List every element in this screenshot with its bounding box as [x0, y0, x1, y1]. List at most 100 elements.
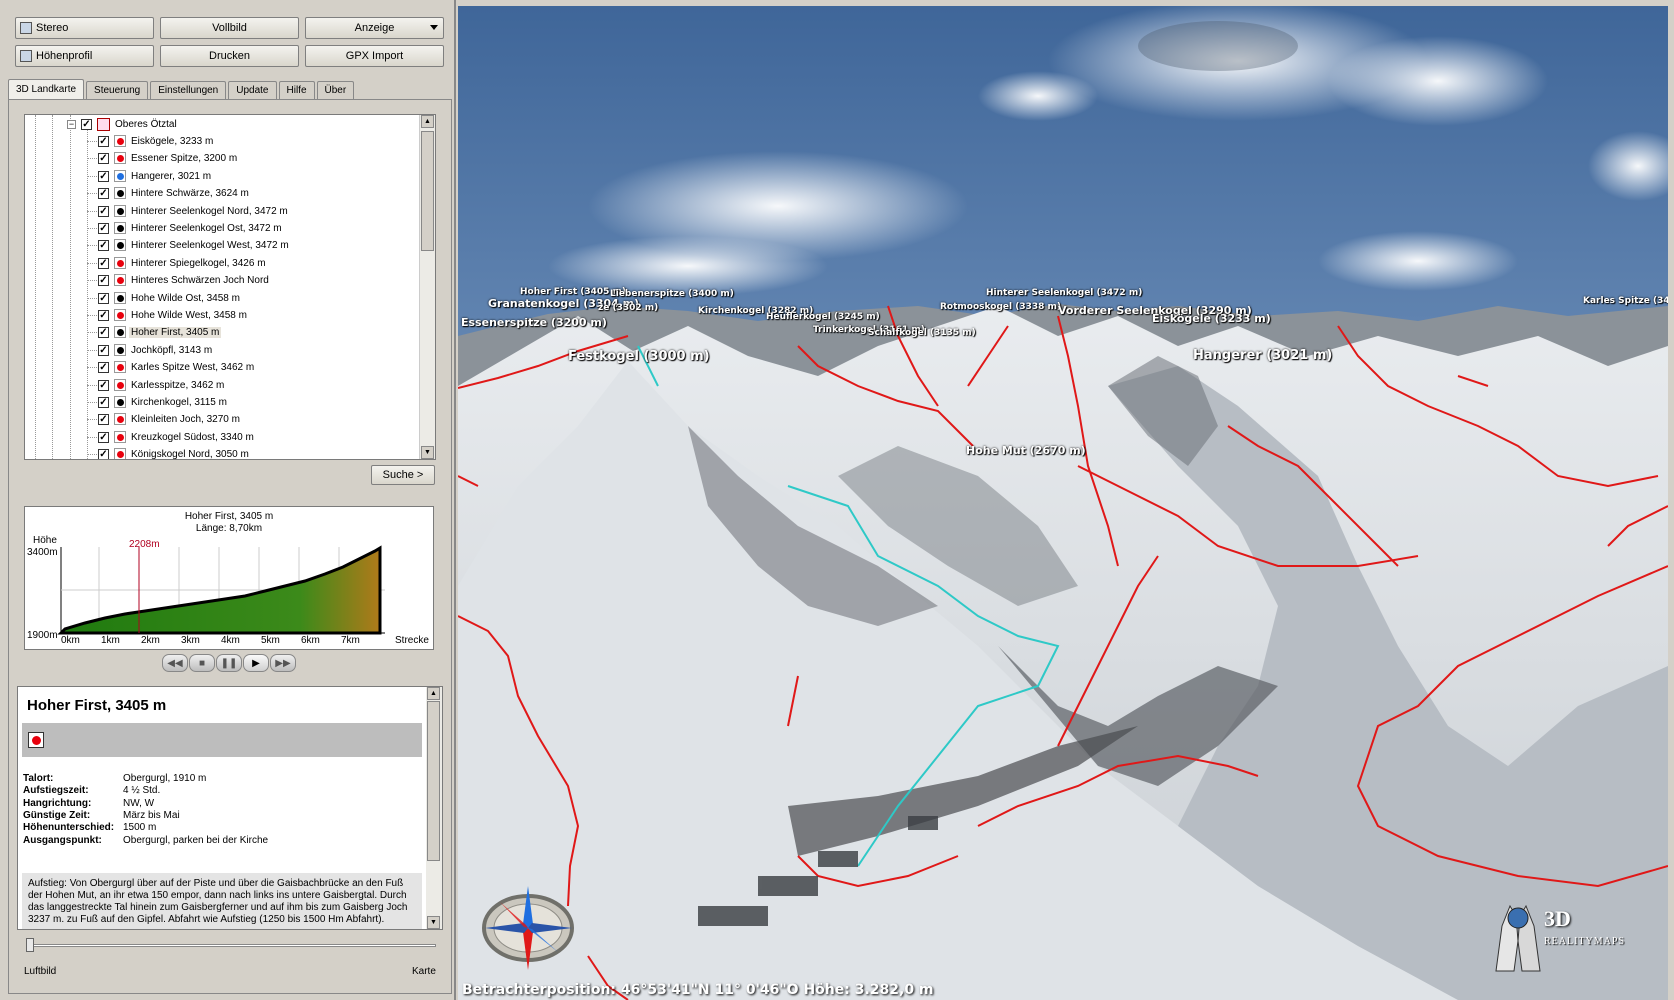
info-field-value: 1500 m	[123, 822, 157, 834]
tree-item[interactable]: ✓ Jochköpfl, 3143 m	[25, 342, 417, 359]
tree-item[interactable]: ✓ Hinterer Seelenkogel Nord, 3472 m	[25, 203, 417, 220]
tree-connector	[87, 436, 97, 438]
summit-label[interactable]: ze (3302 m)	[598, 303, 658, 313]
anzeige-label: Anzeige	[354, 22, 395, 34]
collapse-icon[interactable]: −	[67, 120, 76, 129]
tree-item[interactable]: ✓ Hohe Wilde West, 3458 m	[25, 307, 417, 324]
item-checkbox[interactable]: ✓	[98, 362, 109, 374]
scroll-down-icon[interactable]: ▼	[421, 446, 434, 459]
item-checkbox[interactable]: ✓	[98, 188, 109, 200]
summit-label[interactable]: Essenerspitze (3200 m)	[461, 316, 607, 329]
info-field: Günstige Zeit: März bis Mai	[23, 810, 180, 821]
info-scrollbar[interactable]: ▲ ▼	[426, 687, 442, 929]
anzeige-dropdown[interactable]: Anzeige	[305, 17, 444, 39]
tree-item[interactable]: ✓ Essener Spitze, 3200 m	[25, 150, 417, 167]
summit-label[interactable]: Rotmooskogel (3338 m)	[940, 302, 1061, 312]
scroll-thumb[interactable]	[427, 701, 440, 861]
tree-item[interactable]: ✓ Karles Spitze West, 3462 m	[25, 359, 417, 376]
item-checkbox[interactable]: ✓	[98, 275, 109, 287]
tree-item[interactable]: ✓ Kleinleiten Joch, 3270 m	[25, 411, 417, 428]
item-checkbox[interactable]: ✓	[98, 379, 109, 391]
compass-icon[interactable]	[480, 880, 580, 970]
item-checkbox[interactable]: ✓	[98, 414, 109, 426]
tree-item[interactable]: ✓ Hinterer Seelenkogel Ost, 3472 m	[25, 220, 417, 237]
tree-connector	[87, 262, 97, 264]
tree-item-label: Hangerer, 3021 m	[131, 170, 212, 182]
root-checkbox[interactable]: ✓	[81, 119, 92, 130]
tree-item[interactable]: ✓ Karlesspitze, 3462 m	[25, 377, 417, 394]
difficulty-dot-icon	[114, 204, 126, 217]
x-tick-label: 6km	[301, 635, 320, 646]
item-checkbox[interactable]: ✓	[98, 223, 109, 234]
tree-scrollbar[interactable]: ▲ ▼	[419, 115, 435, 459]
pause-button[interactable]: ❚❚	[216, 654, 242, 672]
search-button[interactable]: Suche >	[371, 465, 435, 485]
item-checkbox[interactable]: ✓	[98, 431, 109, 443]
x-tick-label: 4km	[221, 635, 240, 646]
play-button[interactable]: ▶	[243, 654, 269, 672]
stereo-button[interactable]: Stereo	[15, 17, 154, 39]
summit-label[interactable]: Hinterer Seelenkogel (3472 m)	[986, 288, 1142, 298]
tree-item[interactable]: ✓ Hinterer Spiegelkogel, 3426 m	[25, 255, 417, 272]
item-checkbox[interactable]: ✓	[98, 292, 109, 304]
hoehenprofil-button[interactable]: Höhenprofil	[15, 45, 154, 67]
summit-label[interactable]: Festkogel (3000 m)	[568, 349, 710, 364]
tab-3d-landkarte[interactable]: 3D Landkarte	[8, 79, 85, 99]
item-checkbox[interactable]: ✓	[98, 449, 109, 459]
scroll-thumb[interactable]	[421, 131, 434, 251]
item-checkbox[interactable]: ✓	[98, 344, 109, 356]
summit-tree[interactable]: − ✓ Oberes Ötztal ✓ Eiskögele, 3233 m ✓ Ess…	[24, 114, 436, 460]
tab-einstellungen[interactable]: Einstellungen	[150, 81, 227, 99]
summit-label[interactable]: Eiskögele (3233 m)	[1152, 312, 1271, 325]
tree-item[interactable]: ✓ Kirchenkogel, 3115 m	[25, 394, 417, 411]
summit-label[interactable]: Schalfkogel (3135 m)	[868, 328, 976, 338]
slider-handle[interactable]	[26, 938, 34, 952]
tree-item[interactable]: ✓ Hinteres Schwärzen Joch Nord	[25, 272, 417, 289]
zoom-slider[interactable]	[26, 938, 436, 952]
slider-track[interactable]	[26, 944, 436, 947]
tab-update[interactable]: Update	[228, 81, 277, 99]
tree-connector	[87, 367, 97, 369]
tree-item-label: Hinterer Seelenkogel West, 3472 m	[131, 240, 289, 252]
gpx-import-button[interactable]: GPX Import	[305, 45, 444, 67]
scroll-up-icon[interactable]: ▲	[427, 687, 440, 700]
info-field-key: Ausgangspunkt:	[23, 834, 102, 846]
info-band	[22, 723, 422, 757]
item-checkbox[interactable]: ✓	[98, 136, 109, 147]
item-checkbox[interactable]: ✓	[98, 205, 109, 217]
tab-hilfe[interactable]: Hilfe	[278, 81, 315, 99]
tab-ueber[interactable]: Über	[316, 81, 355, 99]
difficulty-dot-icon	[114, 187, 126, 200]
item-checkbox[interactable]: ✓	[98, 397, 109, 408]
tree-item[interactable]: ✓ Hangerer, 3021 m	[25, 168, 417, 185]
item-checkbox[interactable]: ✓	[98, 153, 109, 165]
item-checkbox[interactable]: ✓	[98, 170, 109, 182]
rewind-button[interactable]: ◀◀	[162, 654, 188, 672]
stop-button[interactable]: ■	[189, 654, 215, 672]
summit-label[interactable]: Heuflerkogel (3245 m)	[766, 312, 880, 322]
tree-item[interactable]: ✓ Hintere Schwärze, 3624 m	[25, 185, 417, 202]
scroll-down-icon[interactable]: ▼	[427, 916, 440, 929]
tree-item[interactable]: ✓ Eiskögele, 3233 m	[25, 133, 417, 150]
fast-forward-button[interactable]: ▶▶	[270, 654, 296, 672]
item-checkbox[interactable]: ✓	[98, 257, 109, 269]
scroll-up-icon[interactable]: ▲	[421, 115, 434, 128]
tree-item[interactable]: ✓ Hohe Wilde Ost, 3458 m	[25, 290, 417, 307]
vollbild-button[interactable]: Vollbild	[160, 17, 299, 39]
drucken-button[interactable]: Drucken	[160, 45, 299, 67]
tree-item[interactable]: ✓ Hoher First, 3405 m	[25, 324, 417, 341]
tree-root[interactable]: − ✓ Oberes Ötztal	[25, 116, 417, 133]
info-field-key: Hangrichtung:	[23, 797, 92, 809]
summit-label[interactable]: Hangerer (3021 m)	[1193, 348, 1332, 363]
summit-label[interactable]: Karles Spitze (3462 m)	[1583, 296, 1668, 306]
summit-label[interactable]: Hohe Mut (2670 m)	[966, 444, 1086, 457]
item-checkbox[interactable]: ✓	[98, 240, 109, 252]
tree-item[interactable]: ✓ Königskogel Nord, 3050 m	[25, 446, 417, 459]
item-checkbox[interactable]: ✓	[98, 327, 109, 339]
difficulty-dot-icon	[114, 396, 126, 408]
tree-item[interactable]: ✓ Hinterer Seelenkogel West, 3472 m	[25, 237, 417, 254]
map-3d-view[interactable]: Hoher First (3405 m) Liebenerspitze (3400…	[458, 6, 1668, 1000]
tab-steuerung[interactable]: Steuerung	[86, 81, 149, 99]
tree-item[interactable]: ✓ Kreuzkogel Südost, 3340 m	[25, 429, 417, 446]
item-checkbox[interactable]: ✓	[98, 310, 109, 321]
